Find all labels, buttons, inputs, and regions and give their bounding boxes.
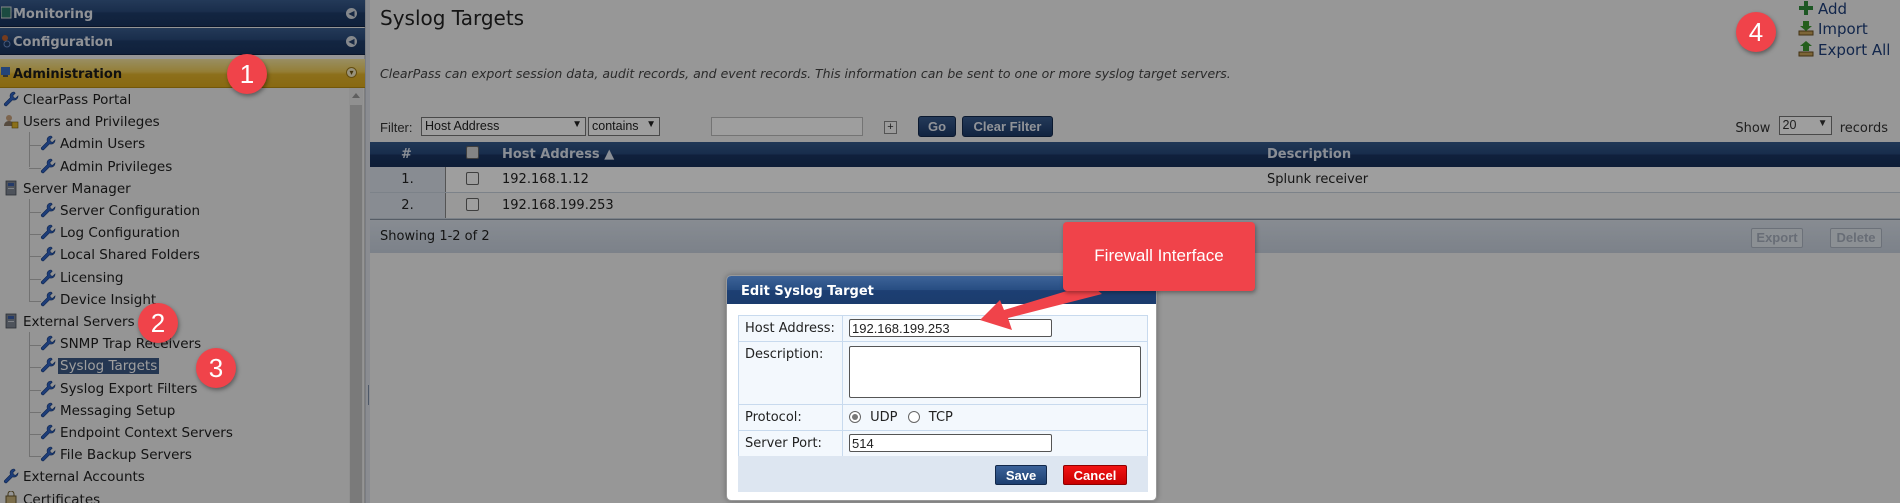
host-address-label: Host Address: bbox=[738, 315, 843, 342]
cancel-button[interactable]: Cancel bbox=[1063, 465, 1127, 485]
host-address-input[interactable]: 192.168.199.253 bbox=[849, 319, 1052, 337]
description-label: Description: bbox=[738, 341, 843, 405]
protocol-udp-radio[interactable] bbox=[849, 411, 861, 423]
annotation-badge-2: 2 bbox=[138, 303, 178, 343]
server-port-label: Server Port: bbox=[738, 430, 843, 457]
dialog-form: Host Address: 192.168.199.253 Descriptio… bbox=[738, 315, 1148, 457]
edit-syslog-target-dialog: Edit Syslog Target Host Address: 192.168… bbox=[726, 275, 1157, 501]
annotation-badge-3: 3 bbox=[196, 348, 236, 388]
firewall-interface-callout: Firewall Interface bbox=[1063, 222, 1255, 291]
annotation-badge-1: 1 bbox=[227, 54, 267, 94]
annotation-badge-4: 4 bbox=[1736, 12, 1776, 52]
description-textarea[interactable] bbox=[849, 346, 1141, 398]
protocol-udp-label: UDP bbox=[870, 410, 898, 425]
server-port-input[interactable]: 514 bbox=[849, 434, 1052, 452]
protocol-tcp-radio[interactable] bbox=[907, 411, 920, 423]
save-button[interactable]: Save bbox=[995, 465, 1047, 485]
dialog-footer: Save Cancel bbox=[738, 456, 1148, 492]
protocol-label: Protocol: bbox=[738, 404, 843, 431]
protocol-tcp-label: TCP bbox=[928, 410, 953, 425]
